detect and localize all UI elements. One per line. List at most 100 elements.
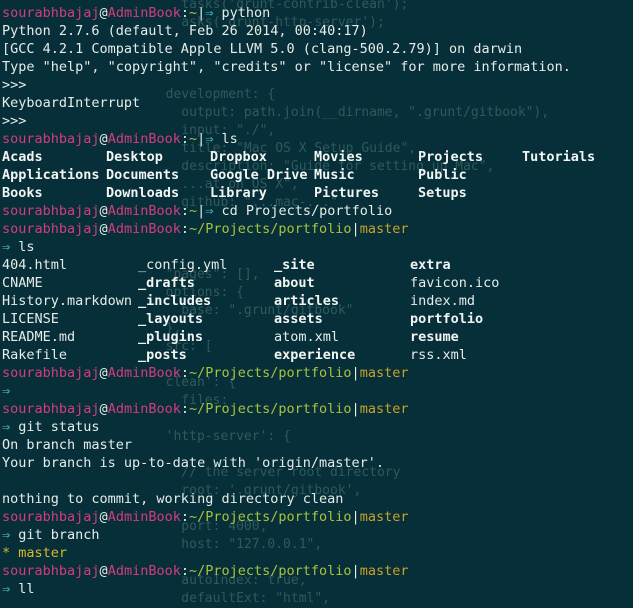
directory-entry: Documents: [106, 167, 180, 183]
prompt-path: ~: [188, 5, 198, 21]
listing-row: Applications Documents Google Drive Music Pu…: [2, 166, 633, 184]
directory-entry: _posts: [138, 347, 187, 363]
file-entry: README.md: [2, 329, 76, 345]
prompt-line: sourabhbajaj@AdminBook:~/Projects/portfo…: [2, 508, 633, 526]
output-line: Python 2.7.6 (default, Feb 26 2014, 00:4…: [2, 23, 368, 39]
directory-entry: Desktop: [106, 149, 163, 165]
directory-entry: extra: [410, 257, 451, 273]
prompt-path: ~/Projects/portfolio: [188, 365, 352, 381]
prompt-host: AdminBook: [107, 401, 181, 417]
prompt-user: sourabhbajaj: [2, 203, 100, 219]
prompt-line: sourabhbajaj@AdminBook:~/Projects/portfo…: [2, 364, 633, 382]
prompt-user: sourabhbajaj: [2, 563, 100, 579]
prompt-path: ~/Projects/portfolio: [188, 509, 352, 525]
listing-row: LICENSE _layouts assets portfolio: [2, 310, 633, 328]
output-line: On branch master: [2, 437, 133, 453]
prompt-branch: master: [359, 509, 409, 525]
prompt-arrow-icon: ⇒: [205, 5, 214, 21]
directory-entry: _plugins: [138, 329, 204, 345]
current-branch-marker: *: [2, 545, 11, 561]
portfolio-directory-listing: 404.html _config.yml _site extra CNAME _draft…: [2, 256, 633, 364]
prompt-arrow-icon: ⇒: [2, 581, 11, 597]
directory-entry: Setups: [418, 185, 467, 201]
prompt-line: sourabhbajaj@AdminBook:~|⇒ cd Projects/p…: [2, 202, 633, 220]
listing-row: Rakefile _posts experience rss.xml: [2, 346, 633, 364]
python-prompt: >>>: [2, 77, 27, 93]
listing-row: Books Downloads Library Pictures Setups: [2, 184, 633, 202]
file-entry: History.markdown: [2, 293, 133, 309]
directory-entry: portfolio: [410, 311, 484, 327]
branch-list-item: * master: [2, 544, 633, 562]
directory-entry: _drafts: [138, 275, 195, 291]
prompt-arrow-icon: ⇒: [2, 419, 11, 435]
prompt-line: sourabhbajaj@AdminBook:~/Projects/portfo…: [2, 400, 633, 418]
directory-entry: Pictures: [314, 185, 380, 201]
file-entry: favicon.ico: [410, 275, 500, 291]
prompt-arrow-icon: ⇒: [2, 527, 11, 543]
prompt-arrow-icon: ⇒: [2, 383, 11, 399]
prompt-host: AdminBook: [107, 131, 181, 147]
output-line: KeyboardInterrupt: [2, 95, 141, 111]
command-text: git branch: [18, 527, 100, 543]
branch-name: master: [18, 545, 68, 561]
prompt-colon: :: [180, 509, 189, 525]
file-entry: CNAME: [2, 275, 43, 291]
prompt-at: @: [99, 221, 108, 237]
command-text: git status: [18, 419, 100, 435]
command-line: ⇒: [2, 382, 633, 400]
command-line: ⇒ ls: [2, 238, 633, 256]
file-entry: atom.xml: [274, 329, 340, 345]
directory-entry: _includes: [138, 293, 212, 309]
prompt-colon: :: [180, 365, 189, 381]
prompt-colon: :: [180, 221, 189, 237]
prompt-bar: |: [351, 401, 360, 417]
prompt-path: ~/Projects/portfolio: [188, 221, 352, 237]
prompt-branch: master: [359, 401, 409, 417]
prompt-colon: :: [180, 5, 189, 21]
prompt-at: @: [99, 509, 108, 525]
directory-entry: resume: [410, 329, 459, 345]
directory-entry: _site: [274, 257, 315, 273]
prompt-line: sourabhbajaj@AdminBook:~/Projects/portfo…: [2, 562, 633, 580]
command-text: cd Projects/portfolio: [221, 203, 393, 219]
directory-entry: _layouts: [138, 311, 204, 327]
directory-entry: assets: [274, 311, 323, 327]
directory-entry: Dropbox: [210, 149, 267, 165]
prompt-host: AdminBook: [107, 221, 181, 237]
prompt-at: @: [99, 563, 108, 579]
prompt-line: sourabhbajaj@AdminBook:~|⇒ ls: [2, 130, 633, 148]
prompt-bar: |: [351, 563, 360, 579]
prompt-path: ~/Projects/portfolio: [188, 563, 352, 579]
prompt-path: ~/Projects/portfolio: [188, 401, 352, 417]
prompt-arrow-icon: ⇒: [2, 239, 11, 255]
prompt-user: sourabhbajaj: [2, 509, 100, 525]
prompt-user: sourabhbajaj: [2, 221, 100, 237]
prompt-arrow-icon: ⇒: [205, 203, 214, 219]
prompt-at: @: [99, 5, 108, 21]
prompt-user: sourabhbajaj: [2, 365, 100, 381]
file-entry: LICENSE: [2, 311, 59, 327]
prompt-bar: |: [351, 365, 360, 381]
prompt-host: AdminBook: [107, 365, 181, 381]
prompt-line: sourabhbajaj@AdminBook:~|⇒ python: [2, 4, 633, 22]
directory-entry: Acads: [2, 149, 43, 165]
directory-entry: Library: [210, 185, 267, 201]
output-line: Your branch is up-to-date with 'origin/m…: [2, 455, 385, 471]
directory-entry: experience: [274, 347, 356, 363]
directory-entry: Applications: [2, 167, 100, 183]
prompt-at: @: [99, 365, 108, 381]
terminal-output[interactable]: sourabhbajaj@AdminBook:~|⇒ python Python…: [2, 4, 633, 598]
prompt-colon: :: [180, 131, 189, 147]
prompt-at: @: [99, 131, 108, 147]
prompt-branch: master: [359, 563, 409, 579]
prompt-at: @: [99, 401, 108, 417]
prompt-branch: master: [359, 221, 409, 237]
prompt-branch: master: [359, 365, 409, 381]
directory-entry: Tutorials: [522, 149, 596, 165]
prompt-bar: |: [351, 221, 360, 237]
output-line: nothing to commit, working directory cle…: [2, 491, 344, 507]
prompt-arrow-icon: ⇒: [205, 131, 214, 147]
prompt-path: ~: [188, 203, 198, 219]
directory-entry: Movies: [314, 149, 363, 165]
